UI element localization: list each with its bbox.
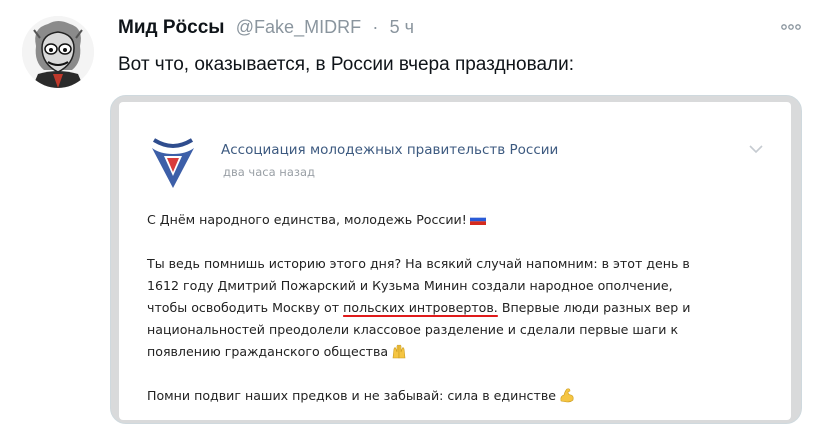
tweet-text: Вот что, оказывается, в России вчера пра…	[118, 54, 575, 75]
post-greeting-line: С Днём народного единства, молодежь Росс…	[147, 209, 787, 231]
post-greeting: С Днём народного единства, молодежь Росс…	[147, 212, 467, 227]
chevron-down-icon	[749, 145, 763, 154]
post-timestamp: два часа назад	[223, 165, 315, 179]
raised-hands-icon	[392, 344, 406, 359]
post-paragraph-line: Ты ведь помнишь историю этого дня? На вс…	[147, 256, 690, 271]
flexed-biceps-icon	[560, 388, 574, 403]
separator-dot: ·	[372, 17, 379, 37]
post-text-segment: Впервые люди разных вер и	[501, 300, 691, 315]
post-closing-line: Помни подвиг наших предков и не забывай:…	[147, 385, 787, 407]
post-text-segment: чтобы освободить Москву от	[147, 300, 340, 315]
post-paragraph-line: национальностей преодолели классовое раз…	[147, 322, 679, 337]
post-body: С Днём народного единства, молодежь Росс…	[147, 209, 787, 407]
post-text-segment: появлению гражданского общества	[147, 344, 389, 359]
avatar-caricature-image	[22, 16, 94, 88]
highlighted-phrase: польских интровертов.	[343, 300, 498, 315]
tweet-media[interactable]: Ассоциация молодежных правительств Росси…	[110, 95, 802, 424]
post-paragraph-line: чтобы освободить Москву от польских интр…	[147, 297, 787, 319]
tweet-timestamp[interactable]: 5 ч	[390, 17, 414, 37]
org-logo-icon	[152, 138, 194, 188]
tweet-header: Мид Рöссы @Fake_MIDRF · 5 ч	[118, 17, 414, 39]
post-paragraph-line: появлению гражданского общества	[147, 341, 787, 363]
org-name-link: Ассоциация молодежных правительств Росси…	[221, 142, 559, 158]
post-closing: Помни подвиг наших предков и не забывай:…	[147, 388, 556, 403]
user-handle[interactable]: @Fake_MIDRF	[236, 17, 361, 37]
post-paragraph-line: 1612 году Дмитрий Пожарский и Кузьма Мин…	[147, 278, 673, 293]
display-name[interactable]: Мид Рöссы	[118, 17, 225, 38]
more-icon[interactable]	[781, 18, 801, 33]
embedded-post-card: Ассоциация молодежных правительств Росси…	[119, 102, 791, 420]
russia-flag-icon	[469, 214, 486, 225]
avatar[interactable]	[22, 16, 94, 88]
